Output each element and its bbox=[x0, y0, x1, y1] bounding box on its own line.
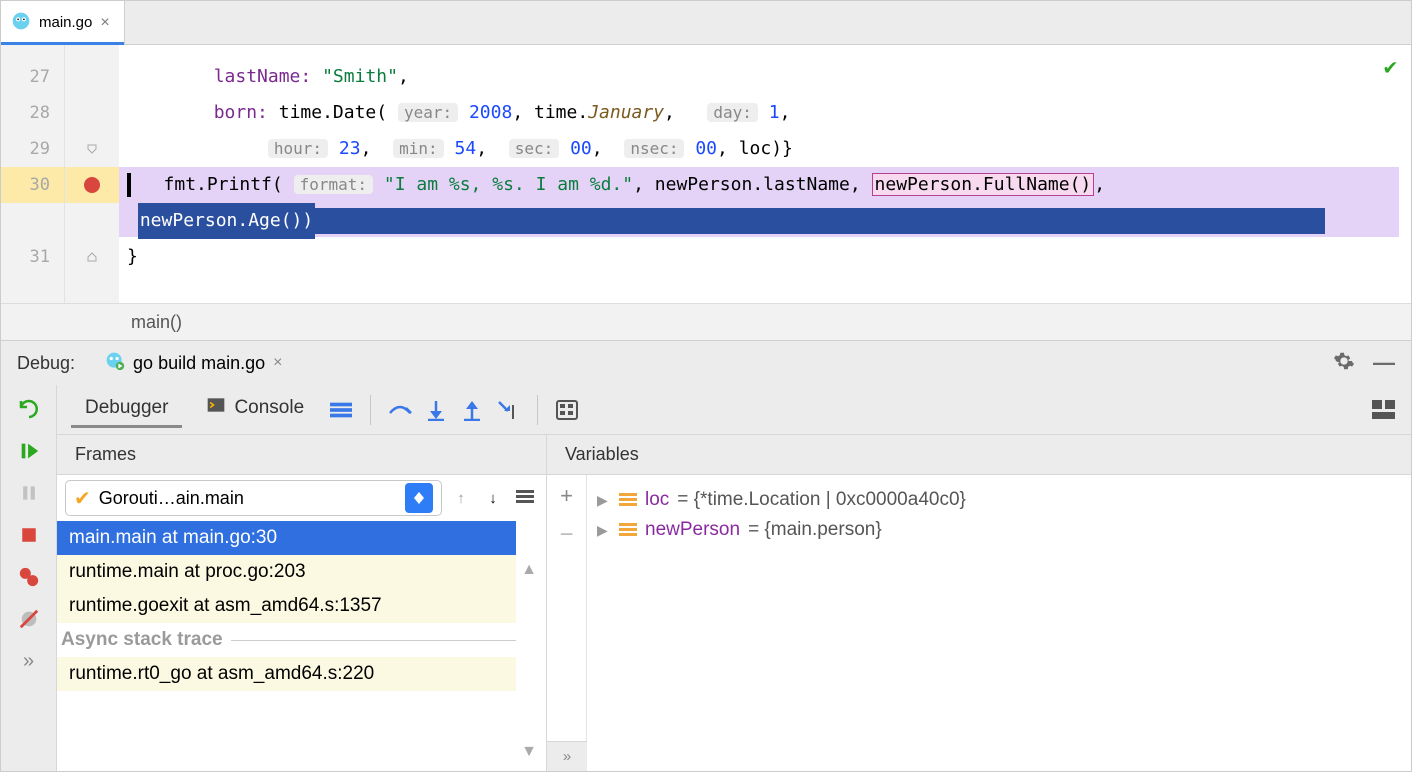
stop-button[interactable] bbox=[15, 521, 43, 549]
run-to-cursor-button[interactable] bbox=[495, 397, 521, 423]
check-icon: ✔ bbox=[74, 486, 91, 511]
view-breakpoints-button[interactable] bbox=[15, 563, 43, 591]
close-tab-icon[interactable]: × bbox=[100, 14, 109, 32]
tab-debugger[interactable]: Debugger bbox=[71, 391, 182, 428]
expand-icon[interactable]: ▶ bbox=[597, 522, 611, 539]
frames-header: Frames bbox=[57, 435, 546, 475]
debug-label: Debug: bbox=[1, 353, 91, 374]
resume-button[interactable] bbox=[15, 437, 43, 465]
frame-up-button[interactable]: ↑ bbox=[448, 485, 474, 511]
hide-frames-button[interactable] bbox=[512, 485, 538, 511]
rerun-button[interactable] bbox=[15, 395, 43, 423]
step-over-button[interactable] bbox=[387, 397, 413, 423]
go-file-icon bbox=[11, 11, 31, 35]
editor-tabbar: main.go × bbox=[1, 1, 1411, 45]
variables-list[interactable]: ▶ loc = {*time.Location | 0xc0000a40c0} … bbox=[587, 475, 1411, 741]
scroll-down-icon[interactable]: ▼ bbox=[516, 743, 542, 761]
tab-filename: main.go bbox=[39, 14, 92, 31]
frame-item[interactable]: runtime.main at proc.go:203 bbox=[57, 555, 516, 589]
debug-body: » Debugger Console Frames bbox=[1, 385, 1411, 771]
close-session-icon[interactable]: × bbox=[273, 354, 282, 372]
frames-pane: Frames ✔ Gorouti…ain.main ↑ ↓ bbox=[57, 435, 547, 771]
caret bbox=[127, 173, 131, 197]
expand-icon[interactable]: ▶ bbox=[597, 492, 611, 509]
remove-watch-button[interactable]: − bbox=[559, 521, 573, 549]
frame-list[interactable]: main.main at main.go:30 runtime.main at … bbox=[57, 521, 516, 771]
code-area[interactable]: ✔ lastName: "Smith", born: time.Date( ye… bbox=[119, 45, 1411, 303]
debug-toolbar: Debugger Console bbox=[57, 385, 1411, 435]
async-stack-label: Async stack trace bbox=[57, 623, 516, 657]
fold-icon[interactable] bbox=[86, 251, 98, 263]
code-editor[interactable]: 27 28 29 30 31 ✔ lastName: "Smith", born… bbox=[1, 45, 1411, 303]
frame-item[interactable]: main.main at main.go:30 bbox=[57, 521, 516, 555]
pause-button[interactable] bbox=[15, 479, 43, 507]
breadcrumb-bar[interactable]: main() bbox=[1, 303, 1411, 341]
debug-session-tab[interactable]: go build main.go × bbox=[91, 341, 296, 385]
debug-toolwindow-header: Debug: go build main.go × — bbox=[1, 341, 1411, 385]
debug-action-rail: » bbox=[1, 385, 57, 771]
more-button[interactable]: » bbox=[547, 741, 587, 771]
go-run-icon bbox=[105, 351, 125, 375]
frame-item[interactable]: runtime.rt0_go at asm_amd64.s:220 bbox=[57, 657, 516, 691]
layout-settings-button[interactable] bbox=[1371, 397, 1397, 423]
editor-tab-main-go[interactable]: main.go × bbox=[1, 1, 125, 44]
step-out-button[interactable] bbox=[459, 397, 485, 423]
dropdown-stepper-icon[interactable] bbox=[405, 483, 433, 513]
struct-icon bbox=[619, 493, 637, 507]
gear-icon[interactable] bbox=[1333, 350, 1355, 376]
struct-icon bbox=[619, 523, 637, 537]
minimize-icon[interactable]: — bbox=[1373, 350, 1395, 376]
breadcrumb-item[interactable]: main() bbox=[131, 312, 182, 333]
frame-item[interactable]: runtime.goexit at asm_amd64.s:1357 bbox=[57, 589, 516, 623]
variables-toolbar: + − bbox=[547, 475, 587, 741]
more-actions-button[interactable]: » bbox=[15, 647, 43, 675]
threads-icon[interactable] bbox=[328, 397, 354, 423]
evaluate-expression-button[interactable] bbox=[554, 397, 580, 423]
scroll-up-icon[interactable]: ▲ bbox=[516, 561, 542, 579]
variables-header: Variables bbox=[547, 435, 1411, 475]
step-into-button[interactable] bbox=[423, 397, 449, 423]
console-icon bbox=[206, 395, 226, 421]
tab-console[interactable]: Console bbox=[192, 389, 318, 430]
frame-down-button[interactable]: ↓ bbox=[480, 485, 506, 511]
add-watch-button[interactable]: + bbox=[560, 483, 573, 509]
mute-breakpoints-button[interactable] bbox=[15, 605, 43, 633]
line-number-gutter: 27 28 29 30 31 bbox=[1, 45, 65, 303]
analysis-ok-icon[interactable]: ✔ bbox=[1384, 55, 1397, 80]
goroutine-select[interactable]: ✔ Gorouti…ain.main bbox=[65, 480, 442, 516]
gutter-icons bbox=[65, 45, 119, 303]
breakpoint-icon[interactable] bbox=[84, 177, 100, 193]
variable-row[interactable]: ▶ newPerson = {main.person} bbox=[591, 515, 1407, 545]
variable-row[interactable]: ▶ loc = {*time.Location | 0xc0000a40c0} bbox=[591, 485, 1407, 515]
fold-icon[interactable] bbox=[86, 143, 98, 155]
variables-pane: Variables + − ▶ loc = {*time.Location | … bbox=[547, 435, 1411, 771]
